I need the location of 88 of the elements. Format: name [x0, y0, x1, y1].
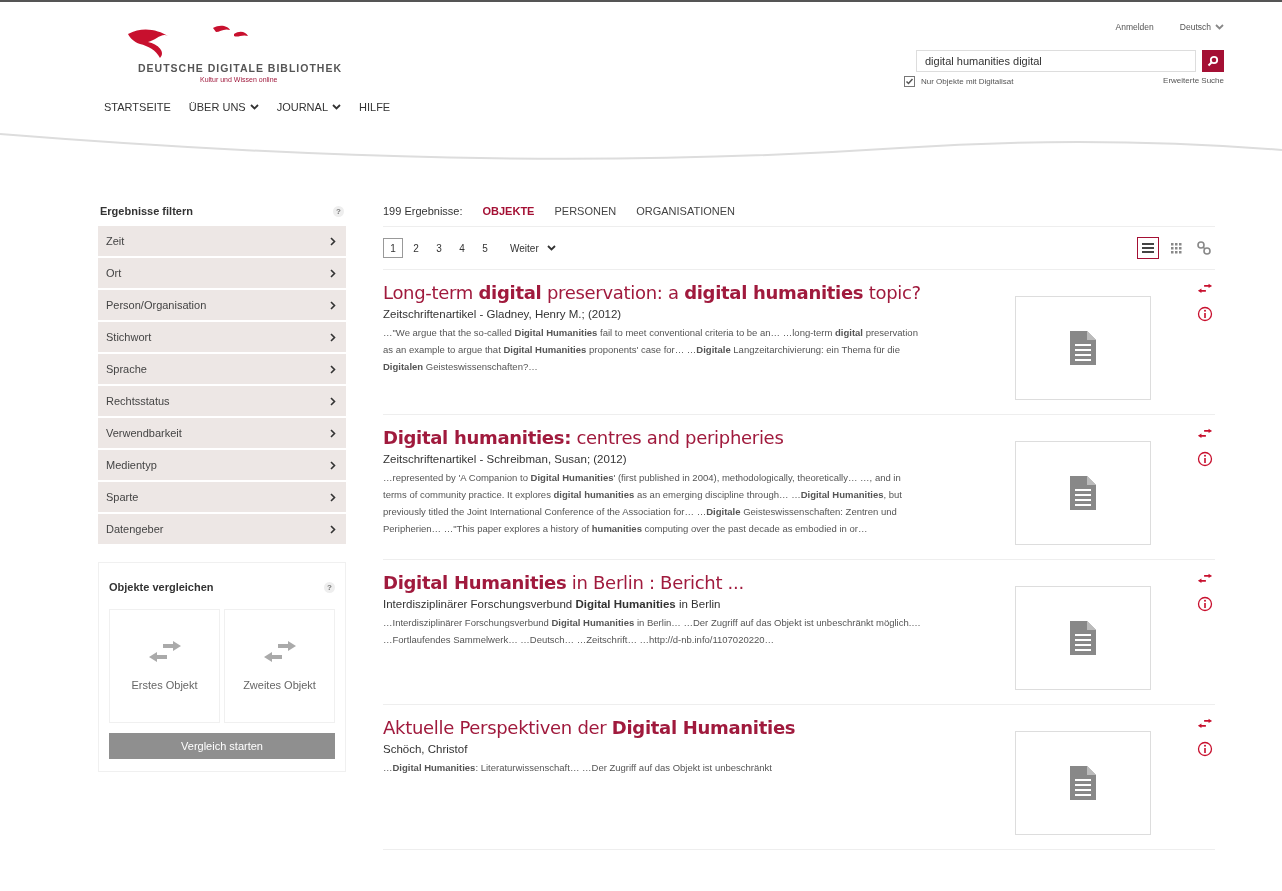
result-tab[interactable]: PERSONEN — [554, 205, 617, 217]
result-title[interactable]: Digital Humanities in Berlin : Bericht ... — [383, 572, 923, 594]
result-title[interactable]: Long-term digital preservation: a digital humanities topic? — [383, 282, 923, 304]
result-tab[interactable]: OBJEKTE — [482, 205, 535, 217]
slot-label: Zweites Objekt — [243, 679, 316, 691]
search-button[interactable] — [1202, 50, 1224, 72]
filter-item[interactable]: Medientyp — [98, 450, 346, 480]
page-link[interactable]: 2 — [406, 238, 426, 258]
chevron-right-icon — [330, 396, 336, 406]
filter-item[interactable]: Rechtsstatus — [98, 386, 346, 416]
filter-label: Verwendbarkeit — [106, 427, 182, 439]
chevron-right-icon — [330, 332, 336, 342]
result-meta: Schöch, Christof — [383, 743, 469, 755]
filter-label: Zeit — [106, 235, 125, 247]
filter-label: Rechtsstatus — [106, 395, 170, 407]
result-title[interactable]: Aktuelle Perspektiven der Digital Humanities — [383, 717, 923, 739]
filter-label: Stichwort — [106, 331, 152, 343]
compare-heading: Objekte vergleichen — [109, 581, 214, 593]
search-icon — [1207, 55, 1219, 67]
help-badge[interactable]: ? — [324, 581, 335, 593]
chevron-right-icon — [330, 428, 336, 438]
filter-label: Medientyp — [106, 459, 157, 471]
login-link[interactable]: Anmelden — [1115, 22, 1154, 32]
result-meta: Zeitschriftenartikel - Schreibman, Susan; (2012) — [383, 453, 628, 465]
slot-label: Erstes Objekt — [131, 679, 198, 691]
language-selector[interactable]: Deutsch — [1179, 22, 1224, 32]
result-snippet: …represented by 'A Companion to Digital Humanities' (first published in 2004), methodologically, theoretically… …, and in terms of community practice. It explores digital humanities as an emerging discipline through… …Digital Humanities, but previously titled the Joint International Conference of the Association for… …Digitale Geisteswissenschaften: Zentren und Peripherien… …"This paper explores a history of humanities computing over the past decade as embodied in or… — [383, 471, 903, 536]
info-icon[interactable] — [1197, 596, 1213, 612]
filter-label: Sparte — [106, 491, 139, 503]
thumbnail-frame[interactable] — [1015, 731, 1151, 835]
thumbnail-frame[interactable] — [1015, 296, 1151, 400]
list-view-icon[interactable] — [1137, 237, 1159, 259]
filter-item[interactable]: Zeit — [98, 226, 346, 256]
chevron-down-icon — [1215, 24, 1224, 30]
chevron-right-icon — [330, 268, 336, 278]
nav-link[interactable]: HILFE — [359, 101, 391, 113]
nav-link[interactable]: JOURNAL — [276, 101, 341, 113]
chevron-right-icon — [330, 492, 336, 502]
filter-item[interactable]: Sprache — [98, 354, 346, 384]
filter-item[interactable]: Person/Organisation — [98, 290, 346, 320]
info-icon[interactable] — [1197, 741, 1213, 757]
logo-title: DEUTSCHE DIGITALE BIBLIOTHEK — [138, 62, 343, 74]
chevron-right-icon — [330, 300, 336, 310]
nav-link[interactable]: STARTSEITE — [104, 101, 171, 113]
page-link[interactable]: 4 — [452, 238, 472, 258]
filter-label: Datengeber — [106, 523, 164, 535]
thumbnail-frame[interactable] — [1015, 586, 1151, 690]
help-badge[interactable]: ? — [333, 205, 344, 217]
page-link[interactable]: 5 — [475, 238, 495, 258]
chevron-right-icon — [330, 364, 336, 374]
filter-item[interactable]: Sparte — [98, 482, 346, 512]
document-icon — [1070, 766, 1096, 800]
page-link[interactable]: 1 — [383, 238, 403, 258]
advanced-search-link[interactable]: Erweiterte Suche — [1163, 76, 1224, 87]
document-icon — [1070, 476, 1096, 510]
info-icon[interactable] — [1197, 306, 1213, 322]
result-count: 199 Ergebnisse: — [383, 205, 463, 217]
result-meta: Zeitschriftenartikel - Gladney, Henry M.; (2012) — [383, 308, 623, 320]
filter-item[interactable]: Datengeber — [98, 514, 346, 544]
filter-heading: Ergebnisse filtern — [100, 205, 193, 217]
document-icon — [1070, 621, 1096, 655]
filter-item[interactable]: Verwendbarkeit — [98, 418, 346, 448]
nav-link[interactable]: ÜBER UNS — [188, 101, 259, 113]
compare-slot[interactable]: Zweites Objekt — [224, 609, 335, 723]
chevron-down-icon — [546, 245, 556, 251]
search-field[interactable]: digital humanities digital — [916, 50, 1196, 72]
compare-slot[interactable]: Erstes Objekt — [109, 609, 220, 723]
filter-label: Sprache — [106, 363, 147, 375]
thumbnail-frame[interactable] — [1015, 441, 1151, 545]
result-tab[interactable]: ORGANISATIONEN — [636, 205, 736, 217]
page-link[interactable]: 3 — [429, 238, 449, 258]
document-icon — [1070, 331, 1096, 365]
checkbox-label: Nur Objekte mit Digitalisat — [921, 77, 1014, 86]
filter-label: Person/Organisation — [106, 299, 207, 311]
checkbox[interactable] — [904, 76, 915, 87]
result-meta: Interdisziplinärer Forschungsverbund Digital Humanities in Berlin — [383, 598, 722, 610]
chevron-right-icon — [330, 236, 336, 246]
filter-item[interactable]: Stichwort — [98, 322, 346, 352]
chevron-right-icon — [330, 460, 336, 470]
result-snippet: …Digital Humanities: Literaturwissenschaft… …Der Zugriff auf das Objekt ist unbeschränkt — [383, 761, 773, 775]
result-snippet: …Interdisziplinärer Forschungsverbund Digital Humanities in Berlin… …Der Zugriff auf das Objekt ist unbeschränkt möglich.… …Fortlaufendes Sammelwerk… …Deutsch… …Zeitschrift… …http://d-nb.info/1107020220… — [383, 616, 922, 647]
info-icon[interactable] — [1197, 451, 1213, 467]
chevron-right-icon — [330, 524, 336, 534]
result-snippet: …"We argue that the so-called Digital Humanities fail to meet conventional criteria to be an… …long-term digital preservation as an example to argue that Digital Humanities proponents' case for… …Digitale Langzeitarchivierung: ein Thema für die Digitalen Geisteswissenschaften?… — [383, 326, 919, 374]
next-page-link[interactable]: Weiter — [510, 242, 539, 254]
filter-label: Ort — [106, 267, 122, 279]
result-title[interactable]: Digital humanities: centres and peripheries — [383, 427, 923, 449]
filter-item[interactable]: Ort — [98, 258, 346, 288]
